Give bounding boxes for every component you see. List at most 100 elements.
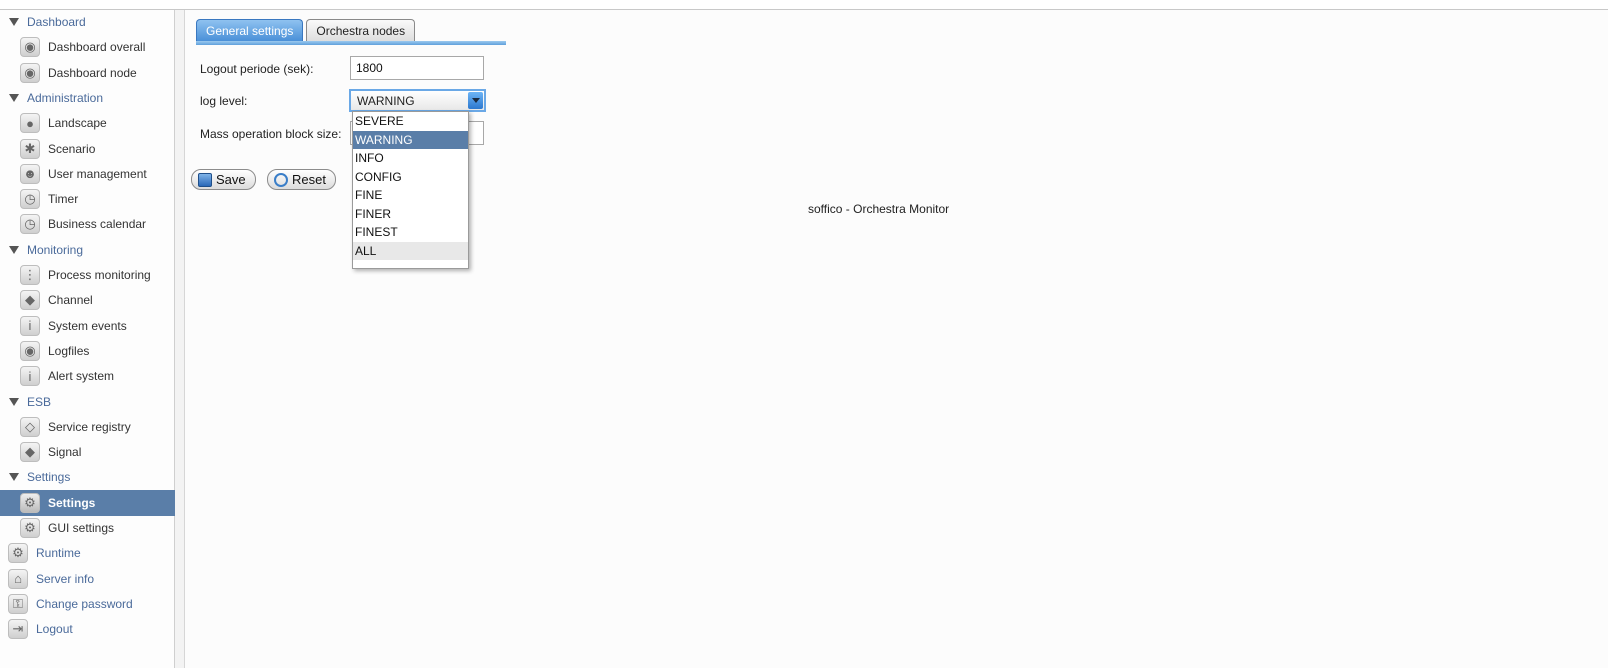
- sidebar-item-process-monitoring[interactable]: ⋮ Process monitoring: [0, 262, 175, 288]
- sidebar-item-timer[interactable]: ◷ Timer: [0, 186, 175, 212]
- globe-icon: ●: [20, 113, 40, 134]
- sidebar-item-dashboard-node[interactable]: ◉ Dashboard node: [0, 60, 175, 86]
- footer-caption: soffico - Orchestra Monitor: [808, 202, 950, 216]
- sidebar-item-runtime[interactable]: ⚙ Runtime: [0, 540, 175, 566]
- sidebar-section-esb[interactable]: ESB: [0, 389, 175, 415]
- sidebar-item-gui-settings[interactable]: ⚙ GUI settings: [0, 515, 175, 541]
- nav-label: Dashboard node: [48, 65, 137, 80]
- info-icon: i: [20, 366, 40, 387]
- nav-label: Alert system: [48, 369, 115, 384]
- sidebar-item-server-info[interactable]: ⌂ Server info: [0, 566, 175, 592]
- key-icon: ⚿: [8, 593, 28, 614]
- sidebar-item-user-management[interactable]: ☻ User management: [0, 161, 175, 187]
- save-button-label: Save: [216, 172, 246, 187]
- logout-period-label: Logout periode (sek):: [200, 62, 314, 76]
- sidebar-item-scenario[interactable]: ✱ Scenario: [0, 136, 175, 162]
- nav-label: Business calendar: [48, 217, 147, 232]
- sidebar-item-settings[interactable]: ⚙ Settings: [0, 489, 175, 516]
- triangle-down-icon[interactable]: [9, 245, 19, 254]
- clock-icon: ◷: [20, 189, 40, 210]
- process-icon: ⋮: [20, 265, 40, 285]
- sidebar-section-administration[interactable]: Administration: [0, 85, 175, 111]
- triangle-down-icon[interactable]: [9, 93, 19, 102]
- reset-button[interactable]: Reset: [267, 169, 336, 190]
- scenario-icon: ✱: [20, 138, 40, 159]
- mass-operation-label: Mass operation block size:: [200, 127, 342, 141]
- nav-label: ESB: [27, 394, 52, 409]
- sidebar-section-dashboard[interactable]: Dashboard: [0, 9, 175, 35]
- dashboard-icon: ◉: [20, 37, 40, 58]
- nav-label: Logfiles: [48, 343, 90, 358]
- top-bar: [0, 0, 1608, 10]
- log-level-option-info[interactable]: INFO: [353, 149, 468, 168]
- log-level-option-config[interactable]: CONFIG: [353, 168, 468, 187]
- sidebar-section-settings[interactable]: Settings: [0, 464, 175, 490]
- nav-label: Dashboard overall: [48, 40, 146, 55]
- dashboard-icon: ◉: [20, 62, 40, 83]
- log-level-value: WARNING: [357, 93, 415, 108]
- triangle-down-icon[interactable]: [9, 397, 19, 406]
- sidebar-item-system-events[interactable]: i System events: [0, 313, 175, 339]
- runtime-icon: ⚙: [8, 543, 28, 564]
- channel-icon: ◆: [20, 290, 40, 311]
- nav-label: Dashboard: [27, 15, 86, 29]
- triangle-down-icon[interactable]: [9, 18, 19, 26]
- sidebar-item-change-password[interactable]: ⚿ Change password: [0, 591, 175, 617]
- user-icon: ☻: [20, 163, 40, 184]
- sidebar: Dashboard ◉ Dashboard overall ◉ Dashboard no…: [0, 10, 175, 668]
- log-level-label: log level:: [200, 94, 248, 108]
- clock-icon: ◷: [20, 214, 40, 235]
- nav-label: System events: [48, 318, 127, 333]
- nav-label: Settings: [27, 470, 71, 485]
- log-level-option-severe[interactable]: SEVERE: [353, 112, 468, 131]
- nav-label: Runtime: [36, 546, 81, 561]
- sidebar-item-dashboard-overall[interactable]: ◉ Dashboard overall: [0, 34, 175, 60]
- tab-orchestra-nodes[interactable]: Orchestra nodes: [306, 19, 416, 41]
- nav-label: Timer: [48, 192, 79, 207]
- nav-label: Monitoring: [27, 242, 84, 257]
- nav-label: Change password: [36, 596, 133, 611]
- tab-general-settings[interactable]: General settings: [196, 19, 304, 41]
- logfile-icon: ◉: [20, 340, 40, 361]
- log-level-select[interactable]: WARNING: [349, 89, 486, 112]
- nav-label: Signal: [48, 445, 82, 460]
- info-icon: i: [20, 315, 40, 336]
- sidebar-item-channel[interactable]: ◆ Channel: [0, 287, 175, 313]
- server-icon: ⌂: [8, 568, 28, 589]
- nav-label: Service registry: [48, 419, 131, 434]
- sidebar-item-logfiles[interactable]: ◉ Logfiles: [0, 338, 175, 364]
- sidebar-item-logout[interactable]: ⇥ Logout: [0, 616, 175, 642]
- gears-icon: ⚙: [20, 492, 40, 513]
- save-button[interactable]: Save: [191, 169, 256, 190]
- log-level-option-finer[interactable]: FINER: [353, 205, 468, 224]
- gears-icon: ⚙: [20, 518, 40, 538]
- sidebar-section-monitoring[interactable]: Monitoring: [0, 237, 175, 263]
- log-level-option-all[interactable]: ALL: [353, 241, 468, 260]
- sidebar-item-alert-system[interactable]: i Alert system: [0, 363, 175, 389]
- nav-label: Process monitoring: [48, 268, 151, 282]
- log-level-option-fine[interactable]: FINE: [353, 186, 468, 205]
- triangle-down-icon[interactable]: [9, 473, 19, 482]
- signal-icon: ◆: [20, 442, 40, 463]
- registry-icon: ◇: [20, 416, 40, 437]
- sidebar-item-landscape[interactable]: ● Landscape: [0, 110, 175, 136]
- sidebar-splitter[interactable]: [175, 10, 185, 668]
- nav-label: User management: [48, 166, 147, 181]
- log-level-option-finest[interactable]: FINEST: [353, 223, 468, 242]
- log-level-dropdown: SEVERE WARNING INFO CONFIG FINE FINER FI…: [352, 111, 469, 269]
- sidebar-item-signal[interactable]: ◆ Signal: [0, 439, 175, 465]
- sidebar-item-business-calendar[interactable]: ◷ Business calendar: [0, 211, 175, 237]
- logout-period-input[interactable]: [350, 56, 484, 80]
- nav-label: Landscape: [48, 116, 107, 131]
- nav-label: Settings: [48, 495, 96, 510]
- sidebar-item-service-registry[interactable]: ◇ Service registry: [0, 414, 175, 440]
- nav-label: Channel: [48, 293, 93, 308]
- tab-underline: [196, 41, 506, 45]
- log-level-option-warning[interactable]: WARNING: [353, 130, 468, 149]
- chevron-down-icon[interactable]: [468, 92, 483, 109]
- main-panel: General settings Orchestra nodes Logout …: [186, 10, 1608, 668]
- reset-arrows-icon: [274, 172, 288, 187]
- nav-label: Server info: [36, 571, 95, 586]
- nav-label: Administration: [27, 90, 104, 105]
- logout-icon: ⇥: [8, 619, 28, 640]
